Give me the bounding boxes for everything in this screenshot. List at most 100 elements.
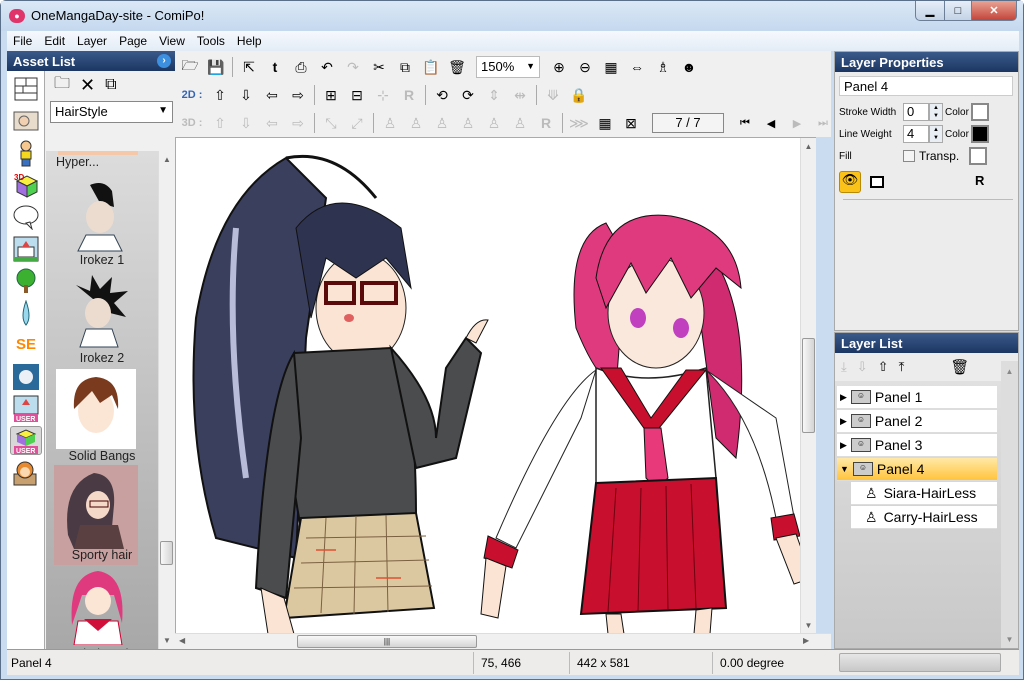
asset-list-scrollbar[interactable]: ▲ ▼	[158, 151, 175, 649]
redo-icon[interactable]: ↷	[340, 55, 366, 79]
asset-thumb-solid-bangs[interactable]	[56, 369, 136, 449]
asset-label[interactable]: Hyper...	[46, 155, 158, 169]
scroll-down-icon[interactable]: ▼	[1001, 635, 1018, 644]
tab-3d-object[interactable]: 3D	[10, 170, 42, 199]
3d-rotate-1-icon[interactable]: ♙	[377, 111, 403, 135]
fit-icon[interactable]: ⊹	[370, 83, 396, 107]
copy-folder-icon[interactable]: ⧉	[105, 76, 116, 94]
tab-effect[interactable]	[10, 362, 42, 391]
reset-r-icon[interactable]: R	[396, 83, 422, 107]
menu-layer[interactable]: Layer	[71, 34, 113, 48]
layer-item-panel-2[interactable]: ▶ ☺ Panel 2	[837, 410, 997, 433]
move-down-arrow-icon[interactable]: ⇩	[233, 83, 259, 107]
rotate-right-icon[interactable]: ⟳	[455, 83, 481, 107]
stroke-width-input[interactable]: 0	[903, 103, 929, 121]
play-icon[interactable]: ⋙	[566, 111, 592, 135]
zoom-level-dropdown[interactable]: 150% ▼	[476, 56, 540, 78]
layer-item-siara[interactable]: ♙ Siara-HairLess	[851, 482, 997, 505]
3d-rotate-5-icon[interactable]: ♙	[481, 111, 507, 135]
expand-arrow-icon[interactable]: ▶	[840, 392, 847, 403]
asset-label[interactable]: Irokez 2	[46, 351, 158, 365]
line-color-swatch[interactable]	[970, 125, 989, 143]
tab-user-3d-object[interactable]: USER	[10, 426, 42, 455]
expand-arrow-icon[interactable]: ▶	[840, 440, 847, 451]
canvas-vertical-scrollbar[interactable]: ▲ ▼	[800, 138, 816, 633]
delete-icon[interactable]: 🗑	[444, 55, 470, 79]
lock-icon[interactable]: 🔒	[566, 83, 592, 107]
fit-width-icon[interactable]: ⇔	[624, 55, 650, 79]
tab-panel-layout[interactable]	[10, 74, 42, 103]
asset-label[interactable]: Irokez 1	[46, 253, 158, 267]
line-weight-input[interactable]: 4	[903, 125, 929, 143]
category-dropdown[interactable]: HairStyle ▼	[50, 101, 173, 123]
scroll-left-icon[interactable]: ◀	[179, 636, 185, 645]
prev-page-icon[interactable]: ◀	[758, 111, 784, 135]
maximize-button[interactable]: □	[944, 1, 972, 21]
rotate-left-icon[interactable]: ⟲	[429, 83, 455, 107]
tab-background-image[interactable]	[10, 106, 42, 135]
paste-icon[interactable]: 📋	[418, 55, 444, 79]
cut-icon[interactable]: ✂	[366, 55, 392, 79]
delete-x-icon[interactable]: ✕	[80, 75, 95, 96]
scroll-thumb[interactable]: |||	[297, 635, 477, 648]
move-up-arrow-icon[interactable]: ⇧	[207, 83, 233, 107]
move-top-icon[interactable]: ⤒	[899, 359, 905, 375]
scroll-right-icon[interactable]: ▶	[803, 636, 809, 645]
collapse-arrow-icon[interactable]: ›	[157, 54, 171, 68]
reset-r-icon[interactable]: R	[975, 173, 984, 188]
3d-down-icon[interactable]: ⇩	[233, 111, 259, 135]
zoom-out-icon[interactable]: ⊖	[572, 55, 598, 79]
menu-help[interactable]: Help	[231, 34, 268, 48]
save-icon[interactable]: 💾	[203, 55, 229, 79]
scroll-up-icon[interactable]: ▲	[801, 142, 816, 151]
menu-view[interactable]: View	[153, 34, 191, 48]
enlarge-icon[interactable]: ⊞	[318, 83, 344, 107]
layer-name-input[interactable]	[839, 76, 1013, 96]
move-left-arrow-icon[interactable]: ⇦	[259, 83, 285, 107]
tab-tree[interactable]	[10, 266, 42, 295]
asset-label[interactable]: Solid Bangs	[46, 449, 158, 463]
print-icon[interactable]: ⎙	[288, 55, 314, 79]
tab-effect-drop[interactable]	[10, 298, 42, 327]
3d-rotate-2-icon[interactable]: ♙	[403, 111, 429, 135]
undo-icon[interactable]: ↶	[314, 55, 340, 79]
manga-canvas[interactable]: ▲ ▼	[175, 137, 816, 633]
first-page-icon[interactable]: ⏮	[732, 111, 758, 135]
menu-tools[interactable]: Tools	[191, 34, 231, 48]
new-panel-icon[interactable]: ▦	[592, 111, 618, 135]
character-siara[interactable]	[192, 154, 489, 633]
last-page-icon[interactable]: ⏭	[810, 111, 836, 135]
tab-user-character[interactable]	[10, 458, 42, 487]
next-page-icon[interactable]: ▶	[784, 111, 810, 135]
menu-page[interactable]: Page	[113, 34, 153, 48]
open-folder-icon[interactable]: 🗀	[54, 72, 70, 99]
asset-thumb-windy-hair[interactable]	[56, 565, 136, 646]
stroke-width-spinner[interactable]: ▲ ▼	[929, 103, 943, 121]
menu-file[interactable]: File	[7, 34, 38, 48]
asset-label[interactable]: Sporty hair	[46, 548, 158, 562]
expand-arrow-icon[interactable]: ▶	[840, 416, 847, 427]
3d-shrink-icon[interactable]: ⤡	[318, 111, 344, 135]
delete-layer-icon[interactable]: 🗑	[950, 358, 969, 376]
menu-edit[interactable]: Edit	[38, 34, 71, 48]
light-icon[interactable]: ♗	[650, 55, 676, 79]
copy-icon[interactable]: ⧉	[392, 55, 418, 79]
move-right-arrow-icon[interactable]: ⇨	[285, 83, 311, 107]
flip-vertical-icon[interactable]: ⇕	[481, 83, 507, 107]
layer-item-panel-4[interactable]: ▼ ☺ Panel 4	[837, 458, 997, 481]
scroll-up-icon[interactable]: ▲	[159, 155, 175, 164]
layer-item-panel-1[interactable]: ▶ ☺ Panel 1	[837, 386, 997, 409]
3d-enlarge-icon[interactable]: ⤢	[344, 111, 370, 135]
asset-thumb-irokez-1[interactable]	[56, 177, 136, 257]
open-icon[interactable]: 🗁	[177, 55, 203, 79]
3d-right-icon[interactable]: ⇨	[285, 111, 311, 135]
scroll-down-icon[interactable]: ▼	[801, 621, 816, 630]
tab-sound-effect[interactable]: SE	[10, 330, 42, 359]
scroll-up-icon[interactable]: ▲	[1001, 367, 1018, 376]
zoom-in-icon[interactable]: ⊕	[546, 55, 572, 79]
3d-rotate-6-icon[interactable]: ♙	[507, 111, 533, 135]
character-carry[interactable]	[480, 214, 813, 633]
export-icon[interactable]: ⇱	[236, 55, 262, 79]
3d-reset-r-icon[interactable]: R	[533, 111, 559, 135]
layer-list-scrollbar[interactable]: ▲ ▼	[1001, 361, 1018, 648]
